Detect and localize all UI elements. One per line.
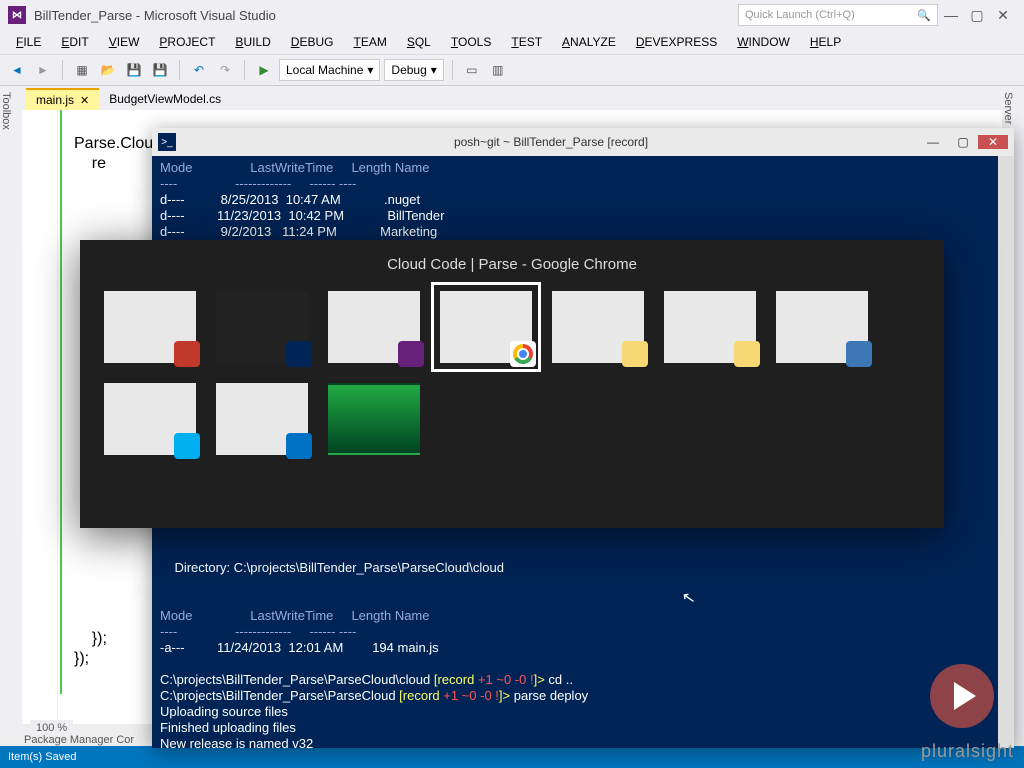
switcher-thumb-snipping[interactable] <box>776 291 868 363</box>
save-all-button[interactable]: 💾 <box>149 59 171 81</box>
switcher-thumb-desktop[interactable] <box>328 383 420 455</box>
rec-icon <box>174 341 200 367</box>
tab-budgetviewmodel-cs[interactable]: BudgetViewModel.cs <box>99 88 231 110</box>
quick-launch-input[interactable]: Quick Launch (Ctrl+Q) 🔍 <box>738 4 938 26</box>
switcher-thumb-explorer-1[interactable] <box>552 291 644 363</box>
video-play-button[interactable] <box>930 664 994 728</box>
switcher-thumb-yammer[interactable] <box>216 383 308 455</box>
menu-view[interactable]: VIEW <box>99 32 150 52</box>
start-target-dropdown[interactable]: Local Machine▾ <box>279 59 380 81</box>
menu-debug[interactable]: DEBUG <box>281 32 344 52</box>
save-button[interactable]: 💾 <box>123 59 145 81</box>
chevron-down-icon: ▾ <box>367 63 373 77</box>
tab-close-icon[interactable]: ✕ <box>80 94 89 107</box>
status-bar: Item(s) Saved <box>0 746 1024 768</box>
menu-project[interactable]: PROJECT <box>149 32 225 52</box>
alt-tab-switcher: Cloud Code | Parse - Google Chrome <box>80 240 944 528</box>
switcher-thumb-powershell[interactable] <box>216 291 308 363</box>
open-button[interactable]: 📂 <box>97 59 119 81</box>
powershell-icon: >_ <box>158 133 176 151</box>
toolbar: ◄ ► ▦ 📂 💾 💾 ↶ ↷ ▶ Local Machine▾ Debug▾ … <box>0 54 1024 86</box>
chevron-down-icon: ▾ <box>431 63 437 77</box>
menu-tools[interactable]: TOOLS <box>441 32 501 52</box>
config-dropdown[interactable]: Debug▾ <box>384 59 443 81</box>
document-tabs: main.js✕BudgetViewModel.cs <box>22 86 1002 110</box>
tab-main-js[interactable]: main.js✕ <box>26 88 99 110</box>
menu-edit[interactable]: EDIT <box>51 32 98 52</box>
switcher-thumb-chrome-parse[interactable] <box>440 291 532 363</box>
window-title: BillTender_Parse - Microsoft Visual Stud… <box>34 8 276 23</box>
redo-button[interactable]: ↷ <box>214 59 236 81</box>
close-button[interactable]: ✕ <box>990 7 1016 24</box>
vs-icon <box>398 341 424 367</box>
ps-icon <box>286 341 312 367</box>
misc-button-2[interactable]: ▥ <box>487 59 509 81</box>
vs-logo-icon: ⋈ <box>8 6 26 24</box>
ps-minimize-button[interactable]: — <box>918 135 948 149</box>
skype-icon <box>174 433 200 459</box>
ps-scrollbar[interactable] <box>998 156 1014 748</box>
menu-devexpress[interactable]: DEVEXPRESS <box>626 32 727 52</box>
snip-icon <box>846 341 872 367</box>
switcher-thumb-recording[interactable] <box>104 291 196 363</box>
switcher-caption: Cloud Code | Parse - Google Chrome <box>104 256 920 273</box>
yammer-icon <box>286 433 312 459</box>
menu-window[interactable]: WINDOW <box>727 32 800 52</box>
undo-button[interactable]: ↶ <box>188 59 210 81</box>
powershell-title-bar[interactable]: >_ posh~git ~ BillTender_Parse [record] … <box>152 128 1014 156</box>
nav-back-button[interactable]: ◄ <box>6 59 28 81</box>
pluralsight-watermark: pluralsight <box>921 741 1014 762</box>
switcher-thumb-skype[interactable] <box>104 383 196 455</box>
quick-launch-placeholder: Quick Launch (Ctrl+Q) <box>745 9 855 21</box>
nav-fwd-button[interactable]: ► <box>32 59 54 81</box>
menu-bar: FILEEDITVIEWPROJECTBUILDDEBUGTEAMSQLTOOL… <box>0 30 1024 54</box>
menu-help[interactable]: HELP <box>800 32 851 52</box>
search-icon: 🔍 <box>917 9 931 22</box>
package-manager-console-tab[interactable]: Package Manager Cor <box>24 734 134 746</box>
menu-build[interactable]: BUILD <box>225 32 280 52</box>
menu-analyze[interactable]: ANALYZE <box>552 32 626 52</box>
menu-test[interactable]: TEST <box>501 32 552 52</box>
maximize-button[interactable]: ▢ <box>964 7 990 24</box>
menu-file[interactable]: FILE <box>6 32 51 52</box>
menu-team[interactable]: TEAM <box>343 32 396 52</box>
ps-maximize-button[interactable]: ▢ <box>948 135 978 149</box>
toolbox-panel-tab[interactable]: Toolbox <box>0 86 22 738</box>
switcher-thumb-explorer-2[interactable] <box>664 291 756 363</box>
powershell-title: posh~git ~ BillTender_Parse [record] <box>184 135 918 149</box>
new-project-button[interactable]: ▦ <box>71 59 93 81</box>
status-text: Item(s) Saved <box>8 751 76 763</box>
minimize-button[interactable]: — <box>938 7 964 23</box>
menu-sql[interactable]: SQL <box>397 32 441 52</box>
switcher-thumb-visual-studio[interactable] <box>328 291 420 363</box>
editor-gutter <box>22 110 58 724</box>
start-button[interactable]: ▶ <box>253 59 275 81</box>
folder-icon <box>622 341 648 367</box>
title-bar: ⋈ BillTender_Parse - Microsoft Visual St… <box>0 0 1024 30</box>
misc-button-1[interactable]: ▭ <box>461 59 483 81</box>
switcher-thumbnails <box>104 291 920 455</box>
ps-close-button[interactable]: ✕ <box>978 135 1008 149</box>
folder-icon <box>734 341 760 367</box>
